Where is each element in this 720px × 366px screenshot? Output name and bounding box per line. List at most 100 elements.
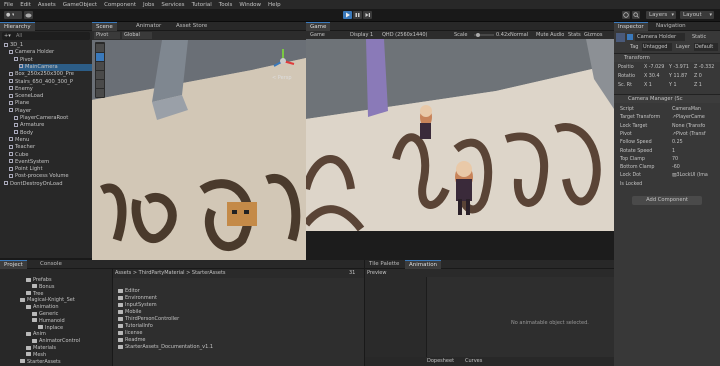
hierarchy-item[interactable]: Teacher bbox=[9, 144, 35, 151]
rotation-field[interactable]: Z 0 bbox=[694, 73, 718, 81]
camera-manager-header[interactable]: Camera Manager (Sc bbox=[614, 94, 720, 103]
step-button[interactable] bbox=[363, 11, 372, 19]
project-file-item[interactable]: license bbox=[118, 330, 142, 336]
curves-tab[interactable]: Curves bbox=[465, 357, 482, 366]
hierarchy-item[interactable]: PlayerCameraRoot bbox=[14, 115, 68, 122]
account-button[interactable]: ● ▾ bbox=[4, 11, 22, 19]
menu-item-gameobject[interactable]: GameObject bbox=[63, 2, 97, 8]
field-value[interactable]: 1 bbox=[672, 148, 718, 156]
menu-item-window[interactable]: Window bbox=[239, 2, 261, 8]
mute-audio-toggle[interactable]: Mute Audio bbox=[536, 31, 564, 39]
tab-scene[interactable]: Scene bbox=[92, 22, 117, 31]
history-icon[interactable] bbox=[622, 11, 630, 19]
project-file-item[interactable]: Readme bbox=[118, 337, 146, 343]
hierarchy-item[interactable]: Post-process Volume bbox=[9, 173, 69, 180]
menu-item-file[interactable]: File bbox=[4, 2, 13, 8]
rotation-field[interactable]: X 30.4 bbox=[644, 73, 668, 81]
tag-dropdown[interactable]: Untagged bbox=[642, 43, 672, 51]
tab-hierarchy[interactable]: Hierarchy bbox=[0, 22, 35, 31]
active-checkbox[interactable] bbox=[627, 34, 633, 40]
hierarchy-item[interactable]: EventSystem bbox=[9, 159, 49, 166]
tab-animation[interactable]: Animation bbox=[405, 260, 442, 269]
project-tree-item[interactable]: Humanoid bbox=[32, 318, 65, 324]
project-file-item[interactable]: Environment bbox=[118, 295, 157, 301]
menu-item-edit[interactable]: Edit bbox=[20, 2, 31, 8]
gizmos-dropdown[interactable]: Gizmos bbox=[584, 31, 602, 39]
tab-tile-palette[interactable]: Tile Palette bbox=[365, 260, 403, 269]
static-toggle[interactable]: Static bbox=[692, 33, 706, 41]
field-value[interactable]: 0.25 bbox=[672, 139, 718, 147]
menu-item-tools[interactable]: Tools bbox=[219, 2, 233, 8]
field-value[interactable]: 70 bbox=[672, 156, 718, 164]
field-value[interactable]: ▨3LockUI (Ima bbox=[672, 172, 718, 180]
object-name-field[interactable]: Camera Holder bbox=[635, 33, 685, 41]
scale-field[interactable]: X 1 bbox=[644, 82, 668, 90]
hierarchy-item[interactable]: 3D_1 bbox=[4, 42, 23, 49]
hierarchy-item[interactable]: SceneLoad bbox=[9, 93, 43, 100]
menu-item-tutorial[interactable]: Tutorial bbox=[192, 2, 212, 8]
layout-dropdown[interactable]: Layout ▾ bbox=[680, 11, 714, 19]
hierarchy-item[interactable]: Point Light bbox=[9, 166, 42, 173]
hand-tool-icon[interactable] bbox=[96, 44, 104, 52]
project-file-item[interactable]: Mobile bbox=[118, 309, 141, 315]
field-value[interactable]: ↗PlayerCame bbox=[672, 114, 718, 122]
project-tree-item[interactable]: AnimatorControl bbox=[32, 338, 80, 344]
hierarchy-item[interactable]: DontDestroyOnLoad bbox=[4, 181, 63, 188]
breadcrumb[interactable]: Assets > ThirdPartyMaterial > StarterAss… bbox=[115, 269, 226, 278]
project-tree-item[interactable]: Generic bbox=[32, 311, 58, 317]
transform-header[interactable]: Transform bbox=[614, 53, 720, 62]
global-toggle[interactable]: Global bbox=[122, 32, 152, 39]
project-tree-item[interactable]: Animation bbox=[26, 304, 59, 310]
play-button[interactable] bbox=[343, 11, 352, 19]
rotation-field[interactable]: Y 11.87 bbox=[669, 73, 693, 81]
menu-item-component[interactable]: Component bbox=[104, 2, 136, 8]
pivot-toggle[interactable]: Pivot bbox=[94, 32, 120, 39]
project-tree-item[interactable]: Anim bbox=[26, 331, 46, 337]
search-icon[interactable] bbox=[632, 11, 640, 19]
stats-toggle[interactable]: Stats bbox=[568, 31, 581, 39]
scale-field[interactable]: Z 1 bbox=[694, 82, 718, 90]
menu-item-help[interactable]: Help bbox=[268, 2, 281, 8]
cloud-icon[interactable] bbox=[24, 11, 33, 19]
field-value[interactable]: ↗Pivot (Transf bbox=[672, 131, 718, 139]
transform-tool-icon[interactable] bbox=[96, 89, 104, 97]
project-file-item[interactable]: ThirdPersonController bbox=[118, 316, 179, 322]
resolution-dropdown[interactable]: QHD (2560x1440) bbox=[382, 31, 427, 39]
hierarchy-item[interactable]: Body bbox=[14, 130, 33, 137]
move-tool-icon[interactable] bbox=[96, 53, 104, 61]
project-file-item[interactable]: TutorialInfo bbox=[118, 323, 153, 329]
layers-dropdown[interactable]: Layers ▾ bbox=[646, 11, 676, 19]
project-tree-item[interactable]: Magical-Knight_Set bbox=[20, 297, 75, 303]
position-field[interactable]: Z -0.332 bbox=[694, 64, 718, 72]
game-viewport[interactable] bbox=[306, 39, 614, 231]
field-value[interactable]: None (Transfo bbox=[672, 123, 718, 131]
dopesheet-tab[interactable]: Dopesheet bbox=[427, 357, 454, 366]
normal-dropdown[interactable]: Normal bbox=[510, 31, 528, 39]
project-tree-item[interactable]: Mesh bbox=[26, 352, 46, 358]
project-tree-item[interactable]: Tree bbox=[26, 291, 43, 297]
tab-game[interactable]: Game bbox=[306, 22, 331, 31]
menu-item-jobs[interactable]: Jobs bbox=[143, 2, 154, 8]
scene-gizmo-icon[interactable] bbox=[268, 46, 298, 76]
menu-item-assets[interactable]: Assets bbox=[38, 2, 56, 8]
hierarchy-item[interactable]: Menu bbox=[9, 137, 29, 144]
layer-dropdown[interactable]: Default bbox=[694, 43, 718, 51]
hierarchy-item[interactable]: Stairs_650_400_300_P bbox=[9, 79, 73, 86]
hierarchy-item[interactable]: Armature bbox=[14, 122, 44, 129]
rotate-tool-icon[interactable] bbox=[96, 62, 104, 70]
project-tree-item[interactable]: StarterAssets bbox=[20, 359, 61, 365]
rect-tool-icon[interactable] bbox=[96, 80, 104, 88]
scale-tool-icon[interactable] bbox=[96, 71, 104, 79]
project-file-item[interactable]: InputSystem bbox=[118, 302, 157, 308]
scale-field[interactable]: Y 1 bbox=[669, 82, 693, 90]
menu-item-services[interactable]: Services bbox=[161, 2, 184, 8]
hierarchy-item[interactable]: Camera Holder bbox=[9, 49, 54, 56]
project-file-item[interactable]: Editor bbox=[118, 288, 140, 294]
position-field[interactable]: Y -3.971 bbox=[669, 64, 693, 72]
field-value[interactable]: CameraMan bbox=[672, 106, 718, 114]
pause-button[interactable] bbox=[353, 11, 362, 19]
tab-asset-store[interactable]: Asset Store bbox=[172, 22, 211, 31]
hierarchy-item[interactable]: Box_250x250x300_Pre bbox=[9, 71, 74, 78]
hierarchy-search-input[interactable]: +▾ All bbox=[2, 32, 90, 40]
project-tree-item[interactable]: Inplace bbox=[38, 325, 63, 331]
